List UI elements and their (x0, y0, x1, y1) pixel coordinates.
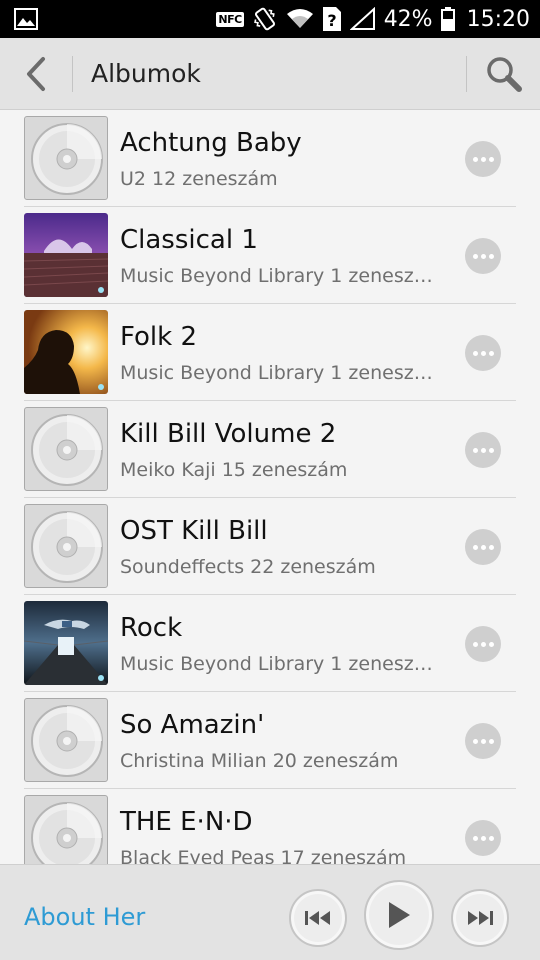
search-button[interactable] (480, 50, 528, 98)
album-art-cd (24, 698, 108, 782)
cd-icon (31, 414, 103, 486)
more-options-button[interactable] (465, 626, 501, 662)
playing-marker (98, 384, 104, 390)
nfc-icon: NFC (216, 11, 244, 27)
album-subtitle: Music Beyond Library 1 zenesz… (120, 362, 433, 384)
album-row[interactable]: OST Kill Bill Soundeffects 22 zeneszám (0, 498, 540, 595)
more-options-button[interactable] (465, 723, 501, 759)
header-divider (466, 56, 467, 92)
sim-label: ? (327, 11, 336, 30)
cd-icon (31, 705, 103, 777)
album-art-cd (24, 795, 108, 864)
album-art-cd (24, 116, 108, 200)
chevron-left-icon (27, 57, 45, 91)
signal-icon (349, 7, 375, 30)
more-options-button[interactable] (465, 432, 501, 468)
album-title: Achtung Baby (120, 128, 302, 158)
header-divider (72, 56, 73, 92)
album-art-floating-person (24, 601, 108, 685)
album-art-cd (24, 407, 108, 491)
cd-icon (31, 511, 103, 583)
more-options-button[interactable] (465, 238, 501, 274)
next-button[interactable] (451, 889, 509, 947)
album-row[interactable]: So Amazin' Christina Milian 20 zeneszám (0, 692, 540, 789)
album-row[interactable]: Kill Bill Volume 2 Meiko Kaji 15 zeneszá… (0, 401, 540, 498)
battery-icon (440, 7, 455, 31)
now-playing-title[interactable]: About Her (24, 865, 145, 960)
battery-percent: 42% (383, 6, 433, 32)
previous-icon (305, 911, 330, 925)
mini-player: About Her (0, 864, 540, 960)
playing-marker (98, 287, 104, 293)
album-art-opera-house (24, 213, 108, 297)
more-options-button[interactable] (465, 529, 501, 565)
more-options-button[interactable] (465, 141, 501, 177)
album-title: Folk 2 (120, 322, 198, 352)
page-title: Albumok (91, 59, 201, 88)
back-button[interactable] (14, 52, 58, 96)
wifi-icon (286, 9, 313, 28)
status-bar: NFC ? 42% 15:20 (0, 0, 540, 38)
vibrate-icon (253, 7, 275, 31)
album-art-cd (24, 504, 108, 588)
clock: 15:20 (466, 6, 530, 32)
album-title: THE E·N·D (120, 807, 253, 837)
album-art-child-sunset (24, 310, 108, 394)
album-row[interactable]: Rock Music Beyond Library 1 zenesz… (0, 595, 540, 692)
gallery-icon (14, 8, 38, 30)
album-title: Classical 1 (120, 225, 258, 255)
album-row[interactable]: THE E·N·D Black Eyed Peas 17 zeneszám (0, 789, 540, 864)
album-subtitle: Soundeffects 22 zeneszám (120, 556, 376, 578)
album-title: So Amazin' (120, 710, 265, 740)
app-header: Albumok (0, 38, 540, 110)
previous-button[interactable] (289, 889, 347, 947)
album-subtitle: Meiko Kaji 15 zeneszám (120, 459, 348, 481)
album-subtitle: U2 12 zeneszám (120, 168, 278, 190)
album-title: Rock (120, 613, 183, 643)
search-icon (487, 57, 522, 92)
cd-icon (31, 802, 103, 864)
cd-icon (31, 123, 103, 195)
album-title: Kill Bill Volume 2 (120, 419, 337, 449)
album-row[interactable]: Classical 1 Music Beyond Library 1 zenes… (0, 207, 540, 304)
album-subtitle: Music Beyond Library 1 zenesz… (120, 265, 433, 287)
sim-unknown-icon: ? (322, 7, 341, 31)
more-options-button[interactable] (465, 820, 501, 856)
album-list[interactable]: Achtung Baby U2 12 zeneszám Classical 1 … (0, 110, 540, 864)
album-title: OST Kill Bill (120, 516, 268, 546)
album-row[interactable]: Folk 2 Music Beyond Library 1 zenesz… (0, 304, 540, 401)
album-subtitle: Music Beyond Library 1 zenesz… (120, 653, 433, 675)
album-subtitle: Christina Milian 20 zeneszám (120, 750, 399, 772)
next-icon (468, 911, 493, 925)
album-subtitle: Black Eyed Peas 17 zeneszám (120, 847, 407, 864)
more-options-button[interactable] (465, 335, 501, 371)
play-icon (389, 902, 410, 928)
album-row[interactable]: Achtung Baby U2 12 zeneszám (0, 110, 540, 207)
playing-marker (98, 675, 104, 681)
play-button[interactable] (364, 880, 434, 950)
